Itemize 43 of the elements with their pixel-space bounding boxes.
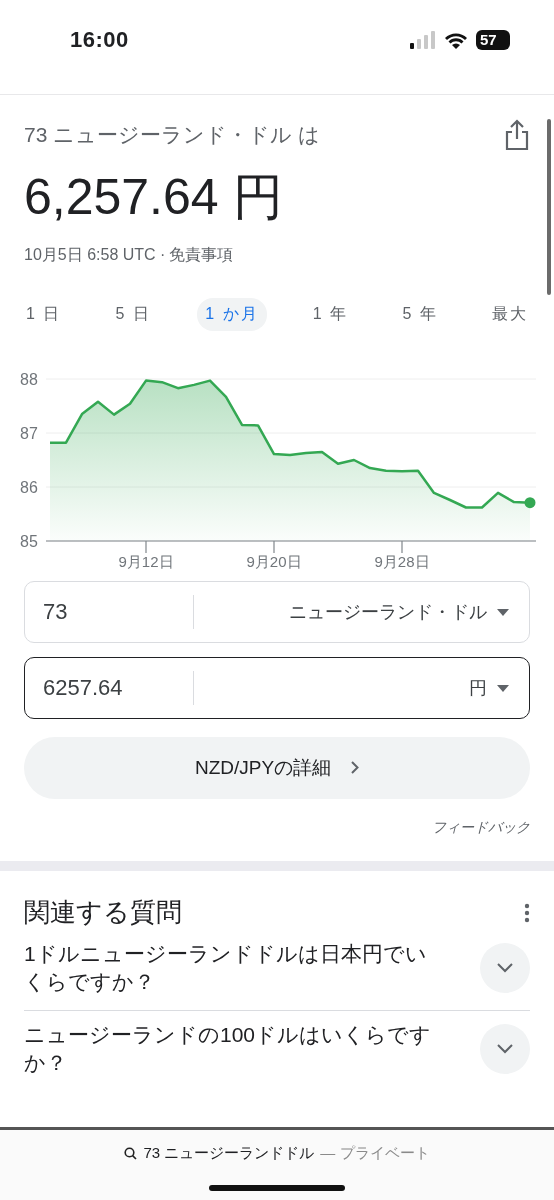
signal-icon	[410, 31, 436, 49]
y-axis-label: 85	[20, 533, 38, 550]
x-axis-label: 9月12日	[118, 553, 174, 570]
amount-field[interactable]: 73 ニュージーランド・ドル	[24, 581, 530, 643]
feedback-link[interactable]: フィードバック	[432, 819, 530, 835]
address-query[interactable]: 73 ニュージーランドドル	[143, 1144, 315, 1163]
more-options-icon[interactable]	[524, 902, 530, 923]
amount-value: 6257.64	[43, 671, 194, 705]
converted-amount: 6,257.64 円	[24, 168, 284, 227]
clock-time: 16:00	[70, 27, 129, 53]
dropdown-arrow-icon	[497, 608, 509, 616]
section-title: 関連する質問	[24, 896, 182, 929]
range-tab[interactable]: 最大	[483, 298, 536, 331]
currency-dropdown[interactable]: ニュージーランド・ドル	[283, 599, 515, 625]
x-axis-label: 9月28日	[374, 553, 430, 570]
y-axis-label: 88	[20, 371, 38, 388]
y-axis-label: 86	[20, 479, 38, 496]
range-tab[interactable]: 1 年	[304, 298, 357, 331]
details-button[interactable]: NZD/JPYの詳細	[24, 737, 530, 799]
range-tab[interactable]: 5 年	[394, 298, 446, 331]
last-point-marker	[524, 497, 536, 509]
amount-field[interactable]: 6257.64 円	[24, 657, 530, 719]
chevron-down-icon	[497, 963, 513, 973]
query-text: 73 ニュージーランド・ドル は	[24, 122, 321, 148]
private-mode-label: — プライベート	[320, 1144, 430, 1163]
chevron-right-icon	[351, 761, 360, 774]
range-tab[interactable]: 5 日	[107, 298, 159, 331]
chevron-down-icon	[497, 1044, 513, 1054]
search-icon	[124, 1147, 138, 1160]
battery-level: 57	[476, 30, 510, 50]
y-axis-label: 87	[20, 425, 38, 442]
share-icon[interactable]	[504, 119, 530, 151]
range-tab[interactable]: 1 日	[18, 298, 70, 331]
currency-dropdown[interactable]: 円	[463, 675, 515, 701]
wifi-icon	[444, 31, 468, 49]
x-axis-label: 9月20日	[246, 553, 302, 570]
question-text[interactable]: 1ドルニュージーランドドルは日本円でいくらですか？	[24, 940, 444, 996]
range-tab[interactable]: 1 か月	[197, 298, 267, 331]
disclaimer-link[interactable]: 免責事項	[169, 245, 234, 266]
amount-value: 73	[43, 595, 194, 629]
timestamp: 10月5日 6:58 UTC ·	[24, 245, 166, 265]
dropdown-arrow-icon	[497, 684, 509, 692]
question-text[interactable]: ニュージーランドの100ドルはいくらですか？	[24, 1021, 444, 1077]
